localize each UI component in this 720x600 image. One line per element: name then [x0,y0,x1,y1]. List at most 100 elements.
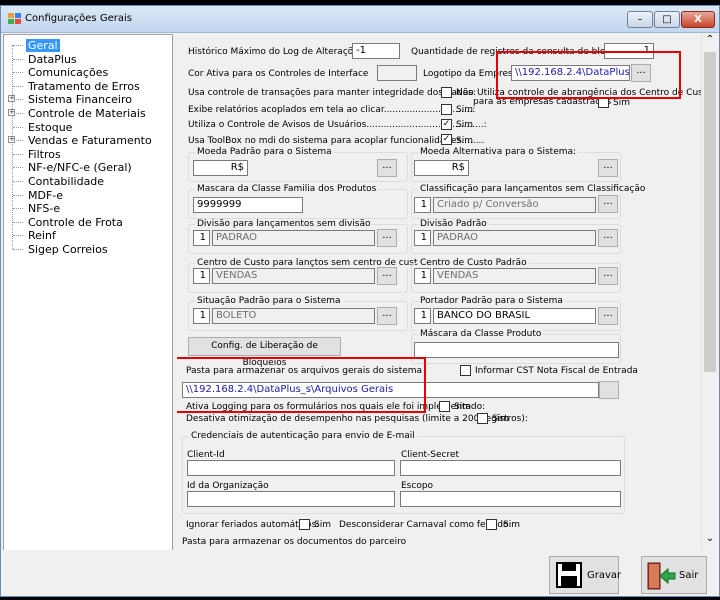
sair-label: Sair [679,570,699,581]
mascara-produto-input[interactable] [414,342,619,358]
desativa-otim-checkbox[interactable] [477,413,488,424]
id-org-label: Id da Organização [187,481,269,491]
mascara-familia-input[interactable]: 9999999 [193,197,303,213]
client-id-label: Client-Id [187,450,225,460]
tree-connector [13,181,23,182]
cc-padrao-code-input[interactable]: 1 [414,268,431,284]
exibe-relatorios-label: Exibe relatórios acoplados em tela ao cl… [188,105,476,115]
historico-label: Histórico Máximo do Log de Alterações: [188,47,367,57]
settings-tree[interactable]: Geral DataPlus Comunicações Tratamento de E… [3,34,173,563]
expand-plus-icon[interactable]: + [8,95,15,103]
moeda-padrao-browse-button[interactable]: ... [377,159,397,177]
avisos-checkbox[interactable]: ✓ [441,119,452,130]
maximize-button[interactable]: □ [654,11,680,28]
tree-item[interactable]: Tratamento de Erros [28,80,140,93]
tree-item[interactable]: Sistema Financeiro [28,93,132,106]
divisao-sem-browse-button[interactable]: ... [377,229,397,247]
divisao-padrao-code-input[interactable]: 1 [414,230,431,246]
id-org-input[interactable] [187,491,395,507]
sair-button[interactable]: Sair [641,556,707,594]
abrangencia-checkbox[interactable] [598,97,609,108]
divisao-sem-value-input: PADRAO [212,230,375,246]
historico-input[interactable]: -1 [352,43,400,59]
client-secret-label: Client-Secret [401,450,460,460]
tree-item[interactable]: Sigep Correios [28,243,108,256]
ativa-logging-checkbox[interactable] [439,401,450,412]
portador-browse-button[interactable]: ... [598,307,618,325]
cc-sem-code-input[interactable]: 1 [193,268,210,284]
tree-item[interactable]: Reinf [28,229,56,242]
carnaval-checkbox[interactable] [486,519,497,530]
tree-item[interactable]: NFS-e [28,202,60,215]
pasta-label: Pasta para armazenar os arquivos gerais … [186,366,423,376]
logotipo-label: Logotipo da Empresa: [423,69,522,79]
tree-item[interactable]: Comunicações [28,66,108,79]
pasta-browse-button[interactable] [599,381,619,399]
settings-window: Configurações Gerais – □ X Geral DataPlus… [0,5,720,597]
pasta-input[interactable]: \\192.168.2.4\DataPlus_s\Arquivos Gerais [182,382,599,398]
avisos-value: Sim [456,120,473,130]
tree-item[interactable]: Estoque [28,121,72,134]
toolbox-label: Usa ToolBox no mdi do sistema para acopl… [188,136,485,146]
exibe-relatorios-checkbox[interactable] [441,104,452,115]
tree-item[interactable]: Controle de Frota [28,216,123,229]
abrangencia-value: Sim [613,98,630,108]
classif-code-input[interactable]: 1 [414,197,431,213]
divisao-padrao-browse-button[interactable]: ... [598,229,618,247]
situacao-browse-button[interactable]: ... [377,307,397,325]
scroll-up-icon[interactable]: ⌃ [702,34,718,50]
desativa-otim-value: Sim [492,414,509,424]
classif-title: Classificação para lançamentos sem Class… [418,184,648,194]
cc-padrao-title: Centro de Custo Padrão [418,258,529,268]
expand-plus-icon[interactable]: + [8,109,15,116]
tree-item[interactable]: Controle de Materiais [28,107,146,120]
tree-connector [13,194,23,196]
situacao-code-input[interactable]: 1 [193,308,210,324]
qtd-registros-input[interactable]: 1 [604,43,654,59]
usa-transacoes-checkbox[interactable] [441,87,452,98]
mascara-familia-title: Mascara da Classe Familia dos Produtos [195,184,379,194]
cc-sem-browse-button[interactable]: ... [377,267,397,285]
client-secret-input[interactable] [400,460,621,476]
divisao-sem-code-input[interactable]: 1 [193,230,210,246]
tree-item[interactable]: NF-e/NFC-e (Geral) [28,161,132,174]
gravar-button[interactable]: Gravar [549,556,621,594]
expand-plus-icon[interactable]: + [8,136,15,144]
tree-item[interactable]: Contabilidade [28,175,104,188]
cc-sem-value-input: VENDAS [212,268,375,284]
logotipo-input[interactable]: \\192.168.2.4\DataPlus_ [511,65,630,81]
exit-icon [646,561,676,591]
moeda-alt-input[interactable]: R$ [414,160,469,176]
tree-item[interactable]: Geral [26,39,60,52]
scroll-thumb[interactable] [704,52,716,372]
exibe-relatorios-value: Sim [456,105,473,115]
pasta-parceiro-label: Pasta para armazenar os documentos do pa… [182,537,407,547]
vertical-scrollbar[interactable]: ⌃ ⌄ [701,34,717,549]
moeda-alt-browse-button[interactable]: ... [598,159,618,177]
close-button[interactable]: X [681,11,715,28]
tree-connector [13,153,23,155]
tree-item[interactable]: Filtros [28,148,61,161]
cor-ativa-input[interactable] [377,65,417,81]
escopo-input[interactable] [400,491,621,507]
minimize-button[interactable]: – [627,11,653,28]
cc-padrao-browse-button[interactable]: ... [598,267,618,285]
config-bloqueios-button[interactable]: Config. de Liberação de Bloqueios [188,337,341,368]
portador-value-input: BANCO DO BRASIL [433,308,596,324]
abrangencia-label-2: para as empresas cadastradas [473,97,612,107]
tree-item[interactable]: DataPlus [28,53,77,66]
classif-browse-button[interactable]: ... [598,195,618,213]
scroll-down-icon[interactable]: ⌄ [702,533,718,549]
informar-cst-checkbox[interactable] [460,365,471,376]
tree-connector [13,85,23,87]
settings-panel: Histórico Máximo do Log de Alterações: -… [177,34,701,549]
client-id-input[interactable] [187,460,395,476]
tree-item[interactable]: Vendas e Faturamento [28,134,152,147]
title-bar: Configurações Gerais – □ X [1,6,719,33]
ignorar-feriados-checkbox[interactable] [299,519,310,530]
toolbox-checkbox[interactable]: ✓ [441,134,452,145]
tree-item[interactable]: MDF-e [28,189,63,202]
portador-code-input[interactable]: 1 [414,308,431,324]
logotipo-browse-button[interactable]: ... [631,64,651,82]
moeda-padrao-input[interactable]: R$ [193,160,248,176]
